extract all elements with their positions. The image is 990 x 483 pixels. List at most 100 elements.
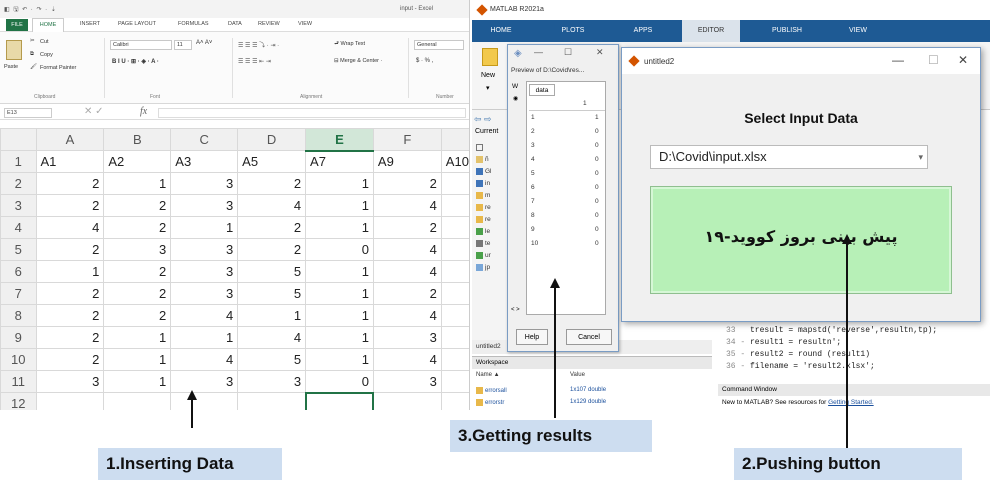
cell[interactable]: 1 — [170, 326, 239, 349]
cell[interactable]: 2 — [237, 172, 307, 195]
cell[interactable]: 2 — [237, 238, 307, 261]
cell[interactable] — [440, 326, 469, 349]
command-window[interactable]: New to MATLAB? See resources for Getting… — [718, 396, 990, 410]
row-header[interactable]: 4 — [0, 216, 37, 239]
row-header[interactable]: 5 — [0, 238, 37, 261]
number-format-select[interactable]: General — [414, 40, 464, 50]
input-file-dropdown[interactable]: D:\Covid\input.xlsx ▾ — [650, 145, 928, 169]
tab-view[interactable]: VIEW — [298, 21, 312, 27]
cell[interactable]: 2 — [35, 194, 105, 217]
selected-cell[interactable] — [304, 391, 375, 410]
cell[interactable]: 0 — [305, 238, 374, 261]
clipboard-icon[interactable] — [6, 40, 22, 60]
cell[interactable] — [237, 392, 307, 410]
maximize-icon[interactable]: ☐ — [564, 47, 572, 58]
cell[interactable]: A7 — [305, 150, 374, 173]
cell[interactable]: 3 — [170, 282, 239, 305]
cell[interactable]: 4 — [372, 348, 442, 371]
grow-font-icon[interactable]: A˄ A˅ — [196, 40, 212, 46]
cell[interactable]: 0 — [305, 370, 374, 393]
list-item[interactable]: le — [476, 228, 490, 235]
list-item[interactable] — [476, 144, 485, 151]
cell[interactable]: 2 — [372, 216, 442, 239]
row-header[interactable]: 7 — [0, 282, 37, 305]
cell[interactable]: 3 — [170, 238, 239, 261]
cell[interactable]: A5 — [237, 150, 307, 173]
cell[interactable]: 1 — [305, 282, 374, 305]
cell[interactable]: 1 — [305, 348, 374, 371]
cell[interactable]: 2 — [103, 194, 172, 217]
currency-percent-icons[interactable]: $ · % , — [416, 58, 433, 64]
cell[interactable] — [372, 392, 442, 410]
cell[interactable]: 1 — [103, 326, 172, 349]
cell[interactable]: 1 — [305, 172, 374, 195]
list-item[interactable]: in — [476, 180, 490, 187]
cell[interactable] — [440, 392, 469, 410]
workspace-variable[interactable]: errorsall — [476, 387, 507, 394]
tab-apps[interactable]: APPS — [618, 20, 668, 42]
cell[interactable]: A3 — [170, 150, 239, 173]
tab-file[interactable]: FILE — [6, 19, 28, 31]
cell[interactable]: 1 — [103, 370, 172, 393]
align-top-icons[interactable]: ☰ ☰ ☰ ⤵ · ⇥ · — [238, 40, 279, 49]
align-left-icons[interactable]: ☰ ☰ ☰ ⇤ ⇥ — [238, 58, 271, 65]
cell[interactable]: 4 — [372, 304, 442, 327]
tab-plots[interactable]: PLOTS — [544, 20, 602, 42]
new-file-icon[interactable] — [482, 48, 498, 66]
cell[interactable]: 1 — [305, 260, 374, 283]
new-button[interactable]: New — [481, 72, 495, 79]
row-header[interactable]: 11 — [0, 370, 37, 393]
code-editor[interactable]: 33 tresult = mapstd('reverse',resultn,tp)… — [718, 322, 990, 382]
cell[interactable]: 4 — [170, 348, 239, 371]
predict-covid-button[interactable]: پیش بینی بروز کووید-۱۹ — [650, 186, 952, 294]
cell[interactable]: 1 — [237, 304, 307, 327]
scroll-left-right-icons[interactable]: < > — [511, 307, 520, 313]
tab-view[interactable]: VIEW — [834, 20, 882, 42]
cell[interactable]: 3 — [170, 260, 239, 283]
tab-page-layout[interactable]: PAGE LAYOUT — [118, 21, 156, 27]
name-box[interactable]: E13 — [4, 108, 52, 118]
cell[interactable]: 3 — [170, 172, 239, 195]
cell[interactable]: 2 — [35, 304, 105, 327]
ws-name-header[interactable]: Name ▲ — [476, 372, 500, 378]
cell[interactable]: 2 — [35, 282, 105, 305]
cell[interactable]: 1 — [305, 194, 374, 217]
cell[interactable]: 5 — [237, 282, 307, 305]
copy-button[interactable]: Copy — [40, 52, 53, 58]
cell[interactable]: 2 — [35, 238, 105, 261]
cell[interactable] — [170, 392, 239, 410]
cell[interactable]: 5 — [237, 348, 307, 371]
cell[interactable]: 1 — [103, 172, 172, 195]
cell[interactable]: 3 — [170, 370, 239, 393]
format-painter-button[interactable]: Format Painter — [40, 65, 76, 71]
tab-publish[interactable]: PUBLISH — [756, 20, 818, 42]
formula-input[interactable] — [158, 108, 466, 118]
paste-button[interactable]: Paste — [4, 64, 18, 70]
row-header[interactable]: 8 — [0, 304, 37, 327]
cell[interactable]: 2 — [103, 216, 172, 239]
cancel-button[interactable]: Cancel — [566, 329, 612, 345]
cell[interactable]: 5 — [237, 260, 307, 283]
column-header[interactable]: A — [35, 128, 105, 151]
cell[interactable]: 2 — [103, 282, 172, 305]
row-header[interactable]: 10 — [0, 348, 37, 371]
minimize-icon[interactable]: — — [534, 47, 543, 57]
minimize-icon[interactable]: — — [892, 53, 904, 67]
cancel-enter-icons[interactable]: ✕ ✓ — [84, 106, 104, 117]
close-icon[interactable]: ✕ — [596, 47, 604, 58]
cell[interactable]: A9 — [372, 150, 442, 173]
cell[interactable]: 4 — [35, 216, 105, 239]
cell[interactable]: 1 — [35, 260, 105, 283]
cell[interactable]: 3 — [372, 370, 442, 393]
cell[interactable]: 2 — [237, 216, 307, 239]
cell[interactable] — [103, 392, 172, 410]
cell[interactable]: 4 — [372, 194, 442, 217]
chevron-down-icon[interactable]: ▾ — [918, 146, 923, 168]
font-size-select[interactable]: 11 — [174, 40, 192, 50]
cell[interactable] — [440, 282, 469, 305]
font-name-select[interactable]: Calibri — [110, 40, 172, 50]
help-button[interactable]: Help — [516, 329, 548, 345]
bold-italic-underline-icons[interactable]: B I U · ⊞ · ◈ · A · — [112, 58, 159, 65]
cell[interactable]: 2 — [35, 326, 105, 349]
column-header[interactable]: F — [372, 128, 442, 151]
